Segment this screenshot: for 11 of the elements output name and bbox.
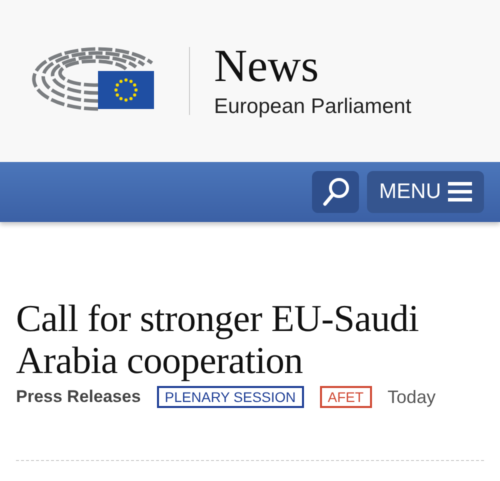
tag-label[interactable]: PLENARY SESSION xyxy=(156,386,304,408)
search-button[interactable] xyxy=(312,171,360,213)
article-date: Today xyxy=(388,386,436,408)
article-title: Call for stronger EU-Saudi Arabia cooperation xyxy=(16,298,420,382)
search-icon xyxy=(322,177,350,207)
menu-button[interactable]: MENU xyxy=(367,171,484,213)
site-subtitle: European Parliament xyxy=(214,95,412,119)
menu-icon xyxy=(448,182,472,202)
tag-label[interactable]: AFET xyxy=(320,386,372,408)
category-link[interactable]: Press Releases xyxy=(16,387,141,407)
site-title: News xyxy=(214,43,320,89)
